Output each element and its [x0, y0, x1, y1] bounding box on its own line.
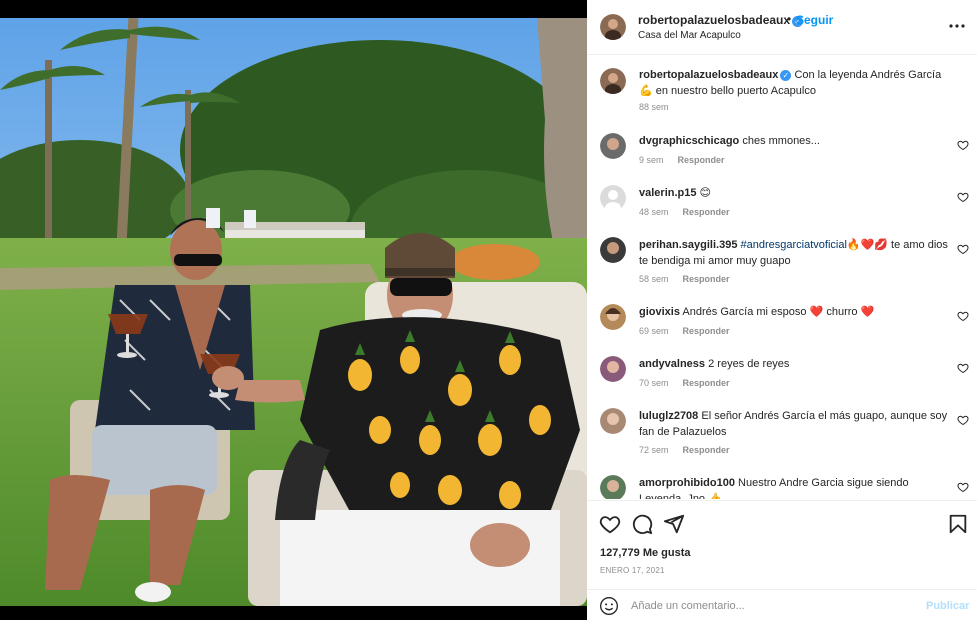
comment-username[interactable]: amorprohibido100 [639, 477, 735, 489]
publish-button[interactable]: Publicar [926, 600, 969, 612]
emoji-icon[interactable] [599, 596, 619, 616]
reply-button[interactable]: Responder [683, 207, 730, 217]
reply-button[interactable]: Responder [683, 326, 730, 336]
reply-button[interactable]: Responder [683, 445, 730, 455]
post-header: robertopalazuelosbadeaux ✓ • Seguir Casa … [587, 0, 977, 55]
comment-like-heart-icon[interactable] [957, 414, 969, 426]
author-avatar[interactable] [600, 14, 626, 40]
caption-time[interactable]: 88 sem [639, 102, 669, 112]
heart-icon[interactable] [599, 513, 621, 535]
comment-text: amorprohibido100 Nuestro Andre Garcia si… [639, 475, 949, 499]
post-date: ENERO 17, 2021 [600, 566, 665, 575]
caption-meta: 88 sem [639, 102, 669, 112]
comment-like-heart-icon[interactable] [957, 481, 969, 493]
comment-meta: 69 sem Responder [639, 326, 730, 336]
comment-username[interactable]: perihan.saygili.395 [639, 239, 737, 251]
comment-like-heart-icon[interactable] [957, 243, 969, 255]
comment-text: giovixis Andrés García mi esposo ❤️ chur… [639, 304, 949, 320]
post-photo[interactable] [0, 0, 587, 620]
post-actions: 127,779 Me gusta ENERO 17, 2021 Publicar [587, 500, 977, 620]
verified-badge-icon: ✓ [780, 70, 792, 81]
comment-time[interactable]: 58 sem [639, 274, 669, 284]
caption-text: robertopalazuelosbadeaux ✓ Con la leyenda… [639, 67, 949, 99]
comment-meta: 48 sem Responder [639, 207, 730, 217]
comment-time[interactable]: 70 sem [639, 378, 669, 388]
comment-time[interactable]: 48 sem [639, 207, 669, 217]
comment-hashtag[interactable]: #andresgarciatvoficial [741, 239, 847, 251]
comment-username[interactable]: dvgraphicschicago [639, 135, 739, 147]
caption-username[interactable]: robertopalazuelosbadeaux [639, 69, 778, 81]
location-link[interactable]: Casa del Mar Acapulco [638, 30, 741, 41]
comment-body: 2 reyes de reyes [708, 358, 790, 370]
comment-time[interactable]: 72 sem [639, 445, 669, 455]
reply-button[interactable]: Responder [678, 155, 725, 165]
comment-meta: 70 sem Responder [639, 378, 730, 388]
comment-text: luluglz2708 El señor Andrés García el má… [639, 408, 949, 440]
add-comment-bar: Publicar [587, 589, 977, 620]
caption-avatar[interactable] [600, 68, 626, 94]
comment-like-heart-icon[interactable] [957, 310, 969, 322]
comment-meta: 58 sem Responder [639, 274, 730, 284]
commenter-avatar[interactable] [600, 185, 626, 211]
comment-text: perihan.saygili.395 #andresgarciatvofici… [639, 237, 949, 269]
separator-dot: • [787, 12, 792, 26]
reply-button[interactable]: Responder [683, 378, 730, 388]
comment-like-heart-icon[interactable] [957, 139, 969, 151]
follow-button[interactable]: Seguir [796, 13, 833, 27]
comment-like-heart-icon[interactable] [957, 191, 969, 203]
comment-username[interactable]: giovixis [639, 306, 680, 318]
comment-username[interactable]: luluglz2708 [639, 410, 698, 422]
bookmark-icon[interactable] [947, 513, 969, 535]
comment-body: Andrés García mi esposo ❤️ churro ❤️ [682, 306, 875, 318]
post-side-panel: robertopalazuelosbadeaux ✓ • Seguir Casa … [587, 0, 977, 620]
comments-list[interactable]: robertopalazuelosbadeaux ✓ Con la leyenda… [587, 56, 977, 499]
author-username[interactable]: robertopalazuelosbadeaux ✓ [638, 13, 804, 27]
comment-input[interactable] [631, 594, 911, 618]
comment-username[interactable]: andyvalness [639, 358, 705, 370]
commenter-avatar[interactable] [600, 304, 626, 330]
post-image [0, 0, 587, 620]
comment-body: ches mmones... [742, 135, 820, 147]
reply-button[interactable]: Responder [683, 274, 730, 284]
comment-text: valerin.p15 😊 [639, 185, 949, 201]
comment-body: 😊 [699, 187, 712, 199]
commenter-avatar[interactable] [600, 237, 626, 263]
more-options-icon[interactable] [948, 17, 966, 35]
commenter-avatar[interactable] [600, 356, 626, 382]
comment-username[interactable]: valerin.p15 [639, 187, 696, 199]
comment-time[interactable]: 69 sem [639, 326, 669, 336]
comment-icon[interactable] [631, 513, 653, 535]
likes-count[interactable]: 127,779 Me gusta [600, 547, 691, 559]
comment-text: dvgraphicschicago ches mmones... [639, 133, 949, 149]
commenter-avatar[interactable] [600, 475, 626, 499]
commenter-avatar[interactable] [600, 133, 626, 159]
comment-like-heart-icon[interactable] [957, 362, 969, 374]
share-icon[interactable] [663, 513, 685, 535]
comment-text: andyvalness 2 reyes de reyes [639, 356, 949, 372]
comment-meta: 72 sem Responder [639, 445, 730, 455]
comment-meta: 9 sem Responder [639, 155, 725, 165]
comment-time[interactable]: 9 sem [639, 155, 664, 165]
commenter-avatar[interactable] [600, 408, 626, 434]
